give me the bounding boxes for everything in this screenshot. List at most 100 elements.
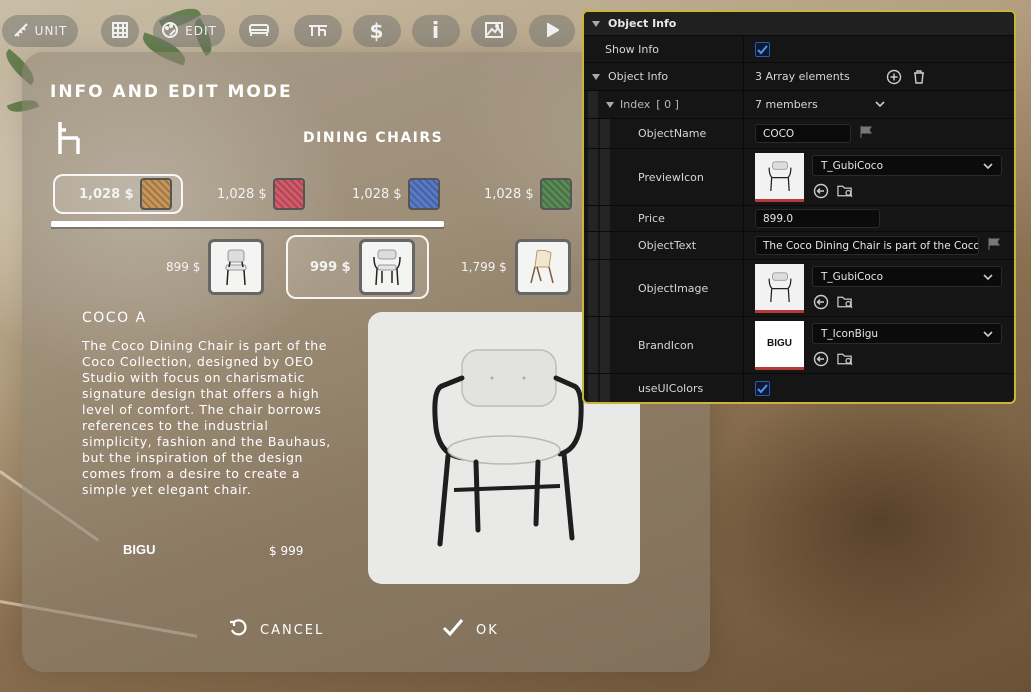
array-elements-count: 3 Array elements — [755, 70, 850, 83]
sofa-icon — [248, 22, 270, 41]
object-text-field[interactable]: The Coco Dining Chair is part of the Coc… — [755, 236, 979, 255]
preview-icon-label: PreviewIcon — [638, 170, 704, 184]
brand-icon-thumb-text: BIGU — [767, 338, 792, 349]
preview-icon-asset-dropdown[interactable]: T_GubiCoco — [812, 155, 1002, 176]
variant-option-4[interactable]: 1,028 $ — [484, 174, 572, 214]
product-option-1[interactable]: 899 $ — [166, 235, 265, 299]
product-description: The Coco Dining Chair is part of the Coc… — [82, 338, 331, 497]
info-icon: i — [431, 18, 441, 44]
palette-icon — [161, 21, 179, 42]
product-name: COCO A — [82, 310, 147, 326]
top-toolbar: UNIT EDIT $ i — [0, 15, 580, 47]
show-info-label: Show Info — [605, 42, 659, 56]
play-icon — [545, 21, 560, 40]
show-info-checkbox[interactable] — [755, 41, 770, 57]
variant-price: 1,028 $ — [217, 186, 267, 202]
browse-folder-icon[interactable] — [837, 182, 854, 199]
localization-flag-icon[interactable] — [859, 125, 873, 142]
product-option-2[interactable]: 999 $ — [286, 235, 429, 299]
product-price-label: $ 999 — [269, 544, 304, 558]
object-name-field[interactable]: COCO — [755, 124, 851, 143]
preview-icon-asset-name: T_GubiCoco — [821, 159, 883, 172]
checkmark-icon — [757, 383, 768, 393]
expand-arrow-icon[interactable] — [592, 73, 600, 80]
object-name-label: ObjectName — [638, 127, 707, 140]
use-selected-asset-icon[interactable] — [812, 182, 829, 199]
checkmark-icon — [442, 618, 464, 642]
show-info-row: Show Info — [584, 36, 1014, 63]
details-header[interactable]: Object Info — [584, 12, 1014, 36]
swatch-orange — [139, 178, 172, 210]
play-button[interactable] — [529, 15, 575, 47]
object-info-label: Object Info — [608, 70, 669, 83]
object-text-label: ObjectText — [638, 239, 697, 252]
object-image-asset-dropdown[interactable]: T_GubiCoco — [812, 266, 1002, 287]
dollar-icon: $ — [369, 19, 385, 43]
ruler-icon — [13, 22, 29, 41]
category-label: DINING CHAIRS — [303, 130, 444, 146]
use-ui-colors-row: useUIColors — [584, 374, 1014, 402]
swatch-pink — [272, 178, 305, 210]
checkmark-icon — [757, 44, 768, 54]
product-price: 1,799 $ — [461, 260, 507, 274]
brand-icon-asset-name: T_IconBigu — [821, 327, 879, 340]
unit-button[interactable]: UNIT — [2, 15, 78, 47]
index-value: [ 0 ] — [656, 98, 679, 111]
chevron-down-icon — [983, 162, 993, 169]
ok-button[interactable]: OK — [442, 618, 499, 642]
info-button[interactable]: i — [412, 15, 460, 47]
price-button[interactable]: $ — [353, 15, 401, 47]
expand-arrow-icon[interactable] — [606, 101, 614, 108]
layout-button[interactable] — [294, 15, 342, 47]
members-dropdown[interactable]: 7 members — [755, 91, 885, 118]
object-info-array-row: Object Info 3 Array elements — [584, 63, 1014, 91]
image-icon — [484, 21, 504, 42]
index-row: Index [ 0 ] 7 members — [584, 91, 1014, 119]
localization-flag-icon[interactable] — [987, 237, 1001, 254]
brand-logo-text: BIGU — [123, 542, 156, 557]
browse-folder-icon[interactable] — [837, 293, 854, 310]
chevron-down-icon — [875, 98, 885, 111]
object-image-asset-name: T_GubiCoco — [821, 270, 883, 283]
variant-price: 1,028 $ — [79, 186, 134, 202]
layout-icon — [307, 22, 329, 41]
brand-icon-asset-dropdown[interactable]: T_IconBigu — [812, 323, 1002, 344]
price-label: Price — [638, 212, 665, 225]
cancel-label: CANCEL — [260, 622, 325, 638]
use-ui-colors-checkbox[interactable] — [755, 380, 770, 396]
variant-option-1[interactable]: 1,028 $ — [53, 174, 183, 214]
object-text-row: ObjectText The Coco Dining Chair is part… — [584, 232, 1014, 260]
sofa-button[interactable] — [239, 15, 279, 47]
variant-option-2[interactable]: 1,028 $ — [217, 174, 305, 214]
product-price: 899 $ — [166, 260, 201, 274]
object-image-thumbnail[interactable] — [755, 263, 804, 313]
undo-icon — [228, 618, 248, 642]
members-count: 7 members — [755, 98, 818, 111]
product-option-3[interactable]: 1,799 $ — [461, 235, 571, 299]
brand-icon-thumbnail[interactable]: BIGU — [755, 320, 804, 370]
price-field[interactable]: 899.0 — [755, 209, 880, 228]
delete-trash-icon[interactable] — [910, 68, 927, 85]
chevron-down-icon — [983, 273, 993, 280]
price-row: Price 899.0 — [584, 206, 1014, 232]
chair-category-icon — [56, 120, 82, 160]
use-selected-asset-icon[interactable] — [812, 293, 829, 310]
cancel-button[interactable]: CANCEL — [228, 618, 324, 642]
variant-option-3[interactable]: 1,028 $ — [352, 174, 440, 214]
preview-icon-thumbnail[interactable] — [755, 152, 804, 202]
use-ui-colors-label: useUIColors — [638, 381, 704, 395]
object-info-details-panel: Object Info Show Info Object Info 3 Arra… — [582, 10, 1016, 404]
coco-chair-illustration — [432, 349, 584, 547]
grid-icon — [111, 21, 129, 42]
use-selected-asset-icon[interactable] — [812, 350, 829, 367]
variant-price: 1,028 $ — [352, 186, 402, 202]
swatch-green — [539, 178, 572, 210]
variant-price: 1,028 $ — [484, 186, 534, 202]
image-button[interactable] — [471, 15, 517, 47]
collapse-arrow-icon[interactable] — [592, 20, 600, 27]
browse-folder-icon[interactable] — [837, 350, 854, 367]
edit-button[interactable]: EDIT — [153, 15, 225, 47]
add-element-icon[interactable] — [885, 68, 902, 85]
grid-button[interactable] — [101, 15, 139, 47]
panel-title: INFO AND EDIT MODE — [50, 82, 293, 102]
